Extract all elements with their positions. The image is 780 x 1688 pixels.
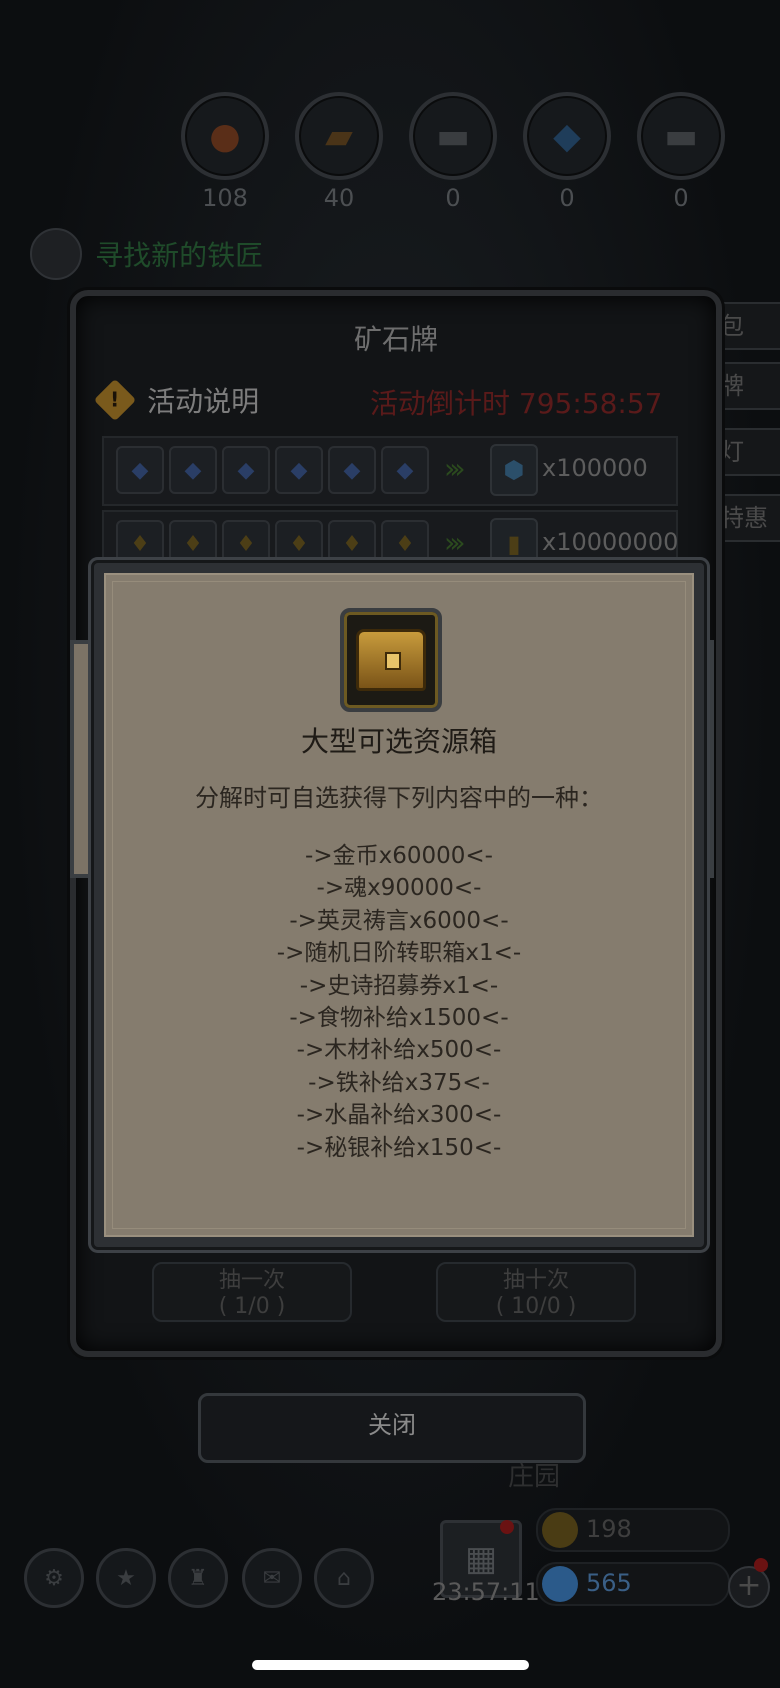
- item-frame: [340, 608, 442, 712]
- draw-once-button[interactable]: 抽一次 ( 1/0 ): [152, 1262, 352, 1322]
- gem-counter: 565: [536, 1562, 730, 1606]
- resource-crystal[interactable]: ◆ 0: [522, 92, 612, 212]
- option-item: ->魂x90000<-: [316, 875, 482, 902]
- gem-slot-icon: ◆: [169, 446, 217, 494]
- side-tab-lamp[interactable]: 灯: [712, 428, 780, 476]
- side-tab-offer[interactable]: 特惠: [712, 494, 780, 542]
- warning-icon: !: [93, 378, 137, 422]
- crystal-icon: ◆: [523, 92, 611, 180]
- clock: 23:57:11: [432, 1578, 540, 1606]
- quest-label: 寻找新的铁匠: [95, 239, 264, 272]
- resource-iron[interactable]: ▬ 0: [408, 92, 498, 212]
- draw-once-label: 抽一次: [218, 1268, 285, 1293]
- trade-row[interactable]: ◆ ◆ ◆ ◆ ◆ ◆ ››› ⬢ x100000: [102, 436, 678, 506]
- location-label: 庄园: [508, 1462, 561, 1492]
- resource-mithril[interactable]: ▬ 0: [636, 92, 726, 212]
- gem-icon: [542, 1566, 578, 1602]
- gold-slot-icon: ♦: [169, 520, 217, 568]
- activity-countdown: 活动倒计时 795:58:57: [370, 387, 663, 420]
- gem-value: 565: [586, 1569, 632, 1597]
- resource-value: 40: [323, 184, 355, 212]
- item-description: 分解时可自选获得下列内容中的一种：: [195, 784, 603, 812]
- arrow-icon: ›››: [444, 526, 465, 559]
- mithril-icon: ▬: [637, 92, 725, 180]
- option-list: ->金币x60000<- ->魂x90000<- ->英灵祷言x6000<- -…: [94, 840, 704, 1164]
- resource-value: 108: [202, 184, 248, 212]
- resource-value: 0: [673, 184, 689, 212]
- crystal-reward-icon: ⬢: [490, 444, 538, 496]
- mail-icon[interactable]: ✉: [242, 1548, 302, 1608]
- gold-value: 198: [586, 1515, 632, 1543]
- gold-slot-icon: ♦: [222, 520, 270, 568]
- hero-icon[interactable]: ★: [96, 1548, 156, 1608]
- settings-gear-icon[interactable]: ⚙: [24, 1548, 84, 1608]
- notification-dot: [754, 1558, 768, 1572]
- panel-title: 矿石牌: [353, 323, 438, 356]
- draw-ten-label: 抽十次: [502, 1268, 569, 1293]
- gold-slot-icon: ♦: [116, 520, 164, 568]
- option-item: ->史诗招募券x1<-: [299, 972, 499, 999]
- draw-ten-button[interactable]: 抽十次 ( 10/0 ): [436, 1262, 636, 1322]
- quest-tracker[interactable]: 寻找新的铁匠: [30, 228, 263, 280]
- gold-slot-icon: ♦: [275, 520, 323, 568]
- guild-icon[interactable]: ♜: [168, 1548, 228, 1608]
- option-item: ->食物补给x1500<-: [289, 1004, 509, 1031]
- resource-value: 0: [559, 184, 575, 212]
- activity-info-button[interactable]: ! 活动说明: [93, 378, 260, 422]
- resource-food[interactable]: ● 108: [180, 92, 270, 212]
- home-indicator[interactable]: [252, 1660, 529, 1670]
- reward-quantity: x10000000: [542, 528, 679, 556]
- draw-ten-count: ( 10/0 ): [495, 1294, 577, 1319]
- gem-slot-icon: ◆: [381, 446, 429, 494]
- quest-icon: [30, 228, 82, 280]
- gem-slot-icon: ◆: [116, 446, 164, 494]
- option-item: ->随机日阶转职箱x1<-: [276, 940, 522, 967]
- option-item: ->水晶补给x300<-: [296, 1102, 502, 1129]
- resource-bar: ● 108 ▰ 40 ▬ 0 ◆ 0 ▬ 0: [180, 92, 740, 212]
- resource-chest-icon: [356, 629, 426, 691]
- option-item: ->秘银补给x150<-: [296, 1134, 502, 1161]
- gem-slot-icon: ◆: [328, 446, 376, 494]
- item-name: 大型可选资源箱: [300, 725, 497, 758]
- resource-value: 0: [445, 184, 461, 212]
- gem-slot-icon: ◆: [222, 446, 270, 494]
- arrow-icon: ›››: [444, 452, 465, 485]
- reward-quantity: x100000: [542, 454, 648, 482]
- gold-coin-icon: [542, 1512, 578, 1548]
- close-button[interactable]: 关闭: [198, 1393, 586, 1463]
- resource-wood[interactable]: ▰ 40: [294, 92, 384, 212]
- iron-icon: ▬: [409, 92, 497, 180]
- notification-dot: [500, 1520, 514, 1534]
- option-item: ->铁补给x375<-: [308, 1069, 490, 1096]
- wood-icon: ▰: [295, 92, 383, 180]
- side-tab-bag[interactable]: 包: [712, 302, 780, 350]
- option-item: ->英灵祷言x6000<-: [289, 907, 509, 934]
- activity-info-label: 活动说明: [147, 385, 260, 418]
- meat-icon: ●: [181, 92, 269, 180]
- gold-slot-icon: ♦: [328, 520, 376, 568]
- gem-slot-icon: ◆: [275, 446, 323, 494]
- option-item: ->金币x60000<-: [305, 843, 493, 869]
- shop-icon[interactable]: ⌂: [314, 1548, 374, 1608]
- option-item: ->木材补给x500<-: [296, 1037, 502, 1064]
- gold-counter: 198: [536, 1508, 730, 1552]
- add-gems-button[interactable]: +: [728, 1566, 770, 1608]
- gold-slot-icon: ♦: [381, 520, 429, 568]
- draw-once-count: ( 1/0 ): [218, 1294, 286, 1319]
- side-tab-card[interactable]: 牌: [712, 362, 780, 410]
